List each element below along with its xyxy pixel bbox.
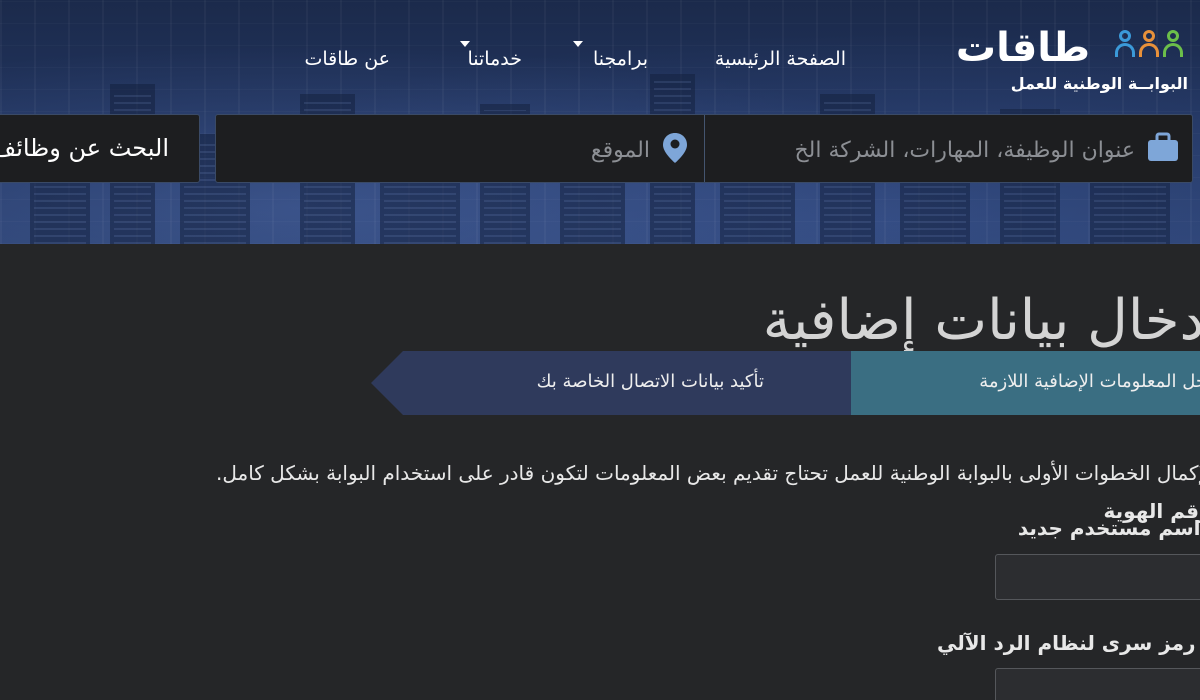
briefcase-icon: [1148, 132, 1178, 161]
field-label-ivr-pin: *رمز سرى لنظام الرد الآلي: [937, 631, 1200, 655]
nav-programs[interactable]: برامجنا: [573, 41, 648, 74]
field-label-ivr-pin-text: رمز سرى لنظام الرد الآلي: [937, 631, 1196, 655]
caret-down-icon: [573, 41, 583, 47]
step-next-label: تأكيد بيانات الاتصال الخاصة بك: [536, 371, 764, 392]
site-logo[interactable]: طاقات البوابــة الوطنية للعمل: [944, 26, 1194, 100]
step-active-label: أدخل المعلومات الإضافية اللازمة: [979, 371, 1200, 392]
intro-text: لإكمال الخطوات الأولى بالبوابة الوطنية ل…: [215, 461, 1200, 485]
logo-brand-text: طاقات: [955, 25, 1091, 71]
map-pin-icon: [663, 133, 687, 163]
keyword-search-input[interactable]: [720, 130, 1135, 170]
ivr-pin-field[interactable]: [995, 668, 1200, 700]
nav-services-label: خدماتنا: [467, 48, 523, 70]
search-divider: [704, 115, 705, 182]
nav-about[interactable]: عن طاقات: [304, 48, 390, 74]
field-label-username: *اسم مستخدم جديد: [1018, 516, 1200, 540]
nav-programs-label: برامجنا: [592, 48, 648, 70]
search-jobs-button[interactable]: البحث عن وظائف: [0, 114, 200, 183]
caret-down-icon: [460, 41, 470, 47]
page-title: إدخال بيانات إضافية: [762, 288, 1200, 353]
logo-tagline: البوابــة الوطنية للعمل: [1010, 74, 1188, 93]
field-label-username-text: اسم مستخدم جديد: [1017, 516, 1200, 540]
nav-about-label: عن طاقات: [304, 48, 390, 70]
location-search-input[interactable]: [235, 130, 650, 170]
nav-home[interactable]: الصفحة الرئيسية: [715, 48, 846, 74]
nav-services[interactable]: خدماتنا: [460, 41, 523, 74]
nav-home-label: الصفحة الرئيسية: [714, 48, 846, 70]
username-field[interactable]: [995, 554, 1200, 600]
people-logo-icon: [1114, 30, 1184, 60]
